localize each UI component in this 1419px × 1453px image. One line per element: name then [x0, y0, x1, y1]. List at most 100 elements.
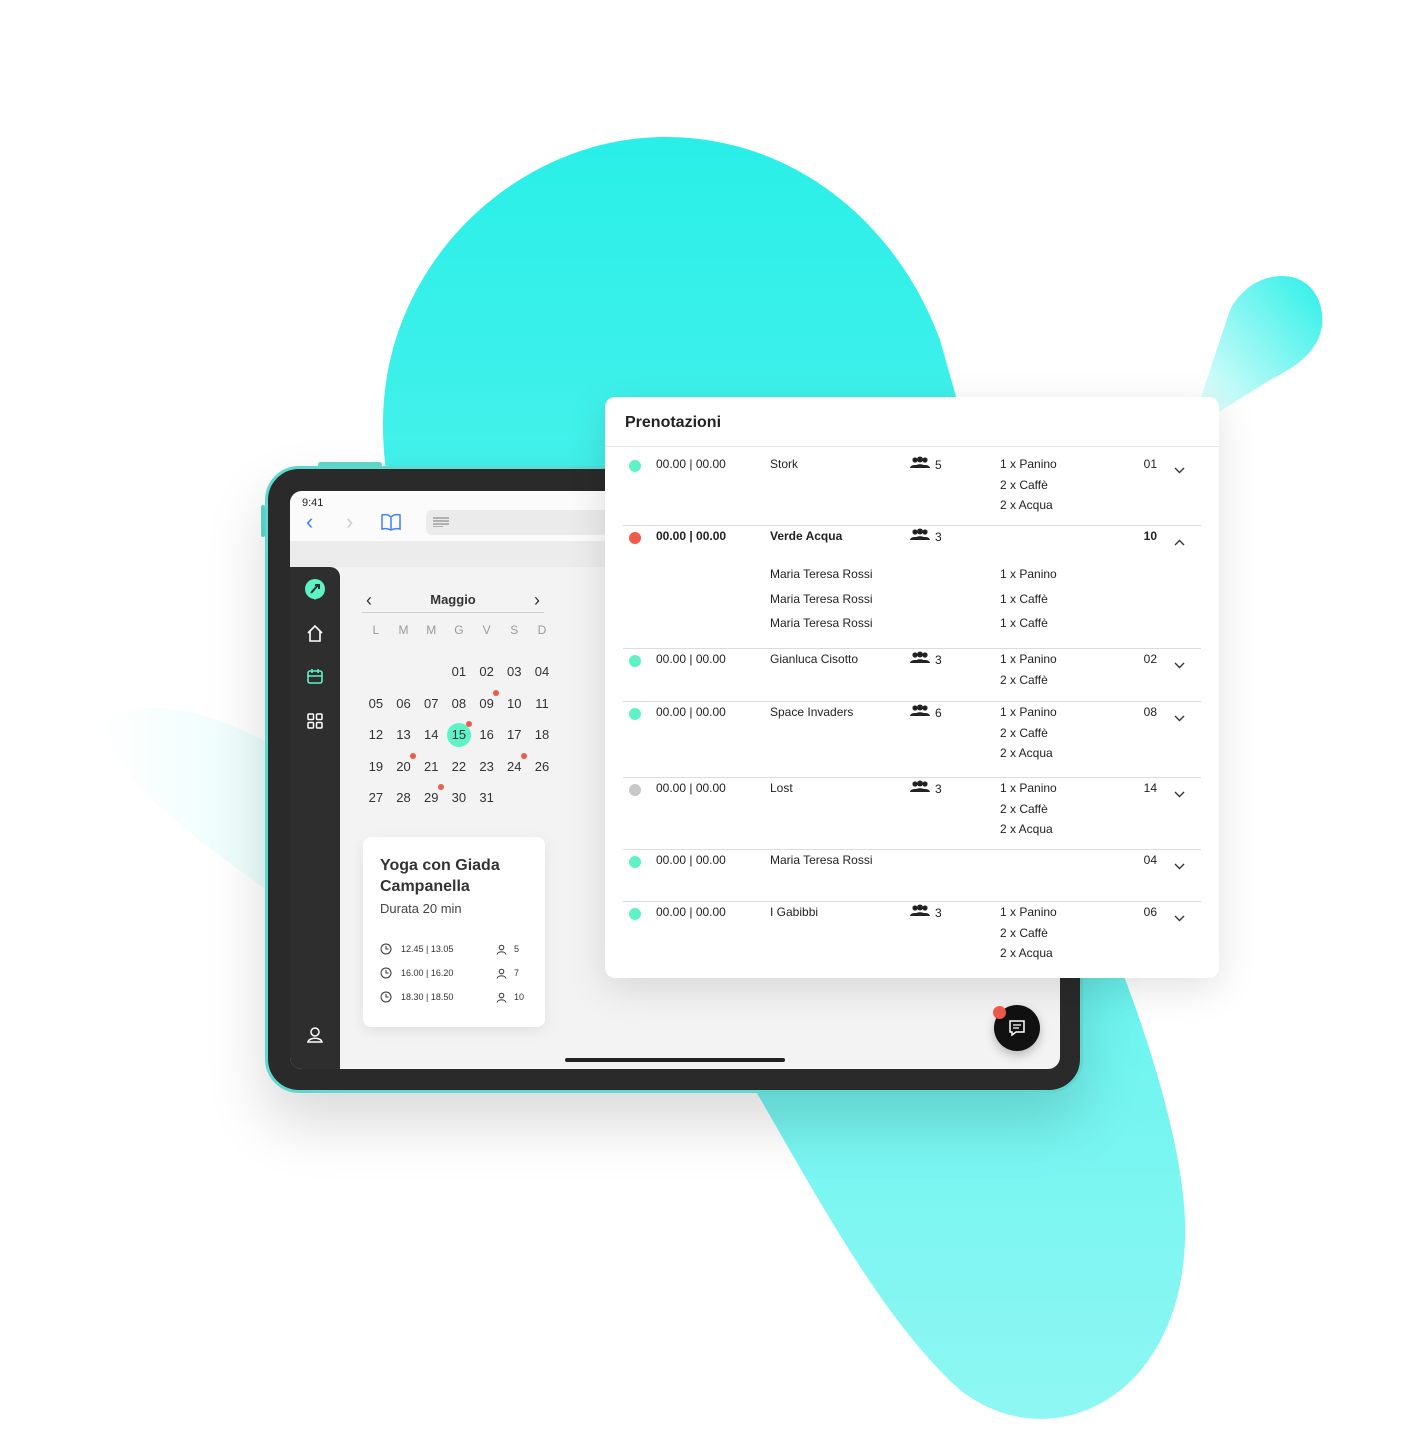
grid-icon[interactable]: [303, 709, 327, 733]
group-icon: [910, 528, 930, 540]
detail-person: Maria Teresa Rossi: [770, 616, 873, 631]
home-icon[interactable]: [303, 622, 327, 646]
day-number: 08: [451, 695, 467, 711]
booking-name: I Gabibbi: [770, 905, 819, 919]
chat-icon: [1009, 1020, 1025, 1037]
calendar-day[interactable]: 15: [445, 721, 473, 758]
calendar-day[interactable]: 27: [362, 789, 390, 821]
calendar-day[interactable]: 23: [473, 758, 501, 790]
day-number: 31: [479, 790, 494, 805]
event-card[interactable]: Yoga con Giada Campanella Durata 20 min …: [363, 837, 545, 1027]
booking-name: Gianluca Cisotto: [770, 652, 859, 666]
day-number: 22: [451, 758, 467, 774]
group-icon: [910, 904, 930, 916]
guest-count: 3: [935, 906, 942, 920]
table-number: 06: [1143, 905, 1157, 919]
calendar-day[interactable]: 18: [528, 726, 556, 758]
calendar-day[interactable]: 12: [362, 726, 390, 758]
day-number: 17: [507, 727, 522, 742]
calendar-day[interactable]: 31: [473, 789, 501, 821]
calendar-day[interactable]: 05: [362, 695, 390, 727]
chevron-down-icon[interactable]: [1174, 708, 1185, 729]
slot-time: 12.45 | 13.05: [401, 944, 454, 954]
calendar-day[interactable]: 04: [528, 663, 556, 695]
group-icon: [910, 780, 930, 792]
day-number: 03: [507, 664, 522, 679]
order-item: 2 x Acqua: [1000, 746, 1053, 760]
book-icon[interactable]: [380, 513, 402, 531]
event-dot: [493, 689, 500, 696]
guest-count: 3: [935, 782, 942, 796]
day-number: 01: [451, 664, 467, 679]
day-number: 29: [423, 790, 439, 805]
calendar-day[interactable]: 09: [473, 689, 501, 727]
day-number: 21: [423, 758, 439, 774]
booking-row[interactable]: 00.00 | 00.00 Maria Teresa Rossi 04: [623, 850, 1201, 902]
user-icon[interactable]: [303, 1023, 327, 1047]
order-item: 2 x Acqua: [1000, 946, 1053, 960]
booking-time: 00.00 | 00.00: [656, 529, 727, 543]
calendar-day[interactable]: 11: [528, 695, 556, 727]
calendar-day[interactable]: 10: [500, 695, 528, 727]
calendar-grid: L M M G V S D 01 02 03 04 05 06 07 08 09 10 11 12 13 14 15 16 1…: [362, 623, 550, 821]
booking-row[interactable]: 00.00 | 00.00 I Gabibbi 3 1 x Panino 2 x Caf…: [623, 902, 1201, 977]
order-item: 1 x Panino: [1000, 905, 1057, 919]
booking-row[interactable]: 00.00 | 00.00 Space Invaders 6 1 x Panino 2 …: [623, 702, 1201, 778]
group-icon: [910, 456, 930, 468]
calendar-day[interactable]: 20: [390, 752, 418, 790]
order-item: 2 x Caffè: [1000, 672, 1048, 687]
event-slot[interactable]: 12.45 | 13.05 5: [380, 937, 528, 961]
status-time: 9:41: [302, 497, 324, 509]
calendar-day[interactable]: 26: [528, 758, 556, 790]
booking-time: 00.00 | 00.00: [656, 853, 726, 867]
booking-row[interactable]: 00.00 | 00.00 Gianluca Cisotto 3 1 x Panino…: [623, 649, 1201, 702]
calendar-day[interactable]: 03: [500, 663, 528, 695]
clock-icon: [380, 943, 392, 955]
leaf-logo-icon[interactable]: [303, 578, 327, 602]
chevron-down-icon[interactable]: [1174, 856, 1185, 877]
chevron-down-icon[interactable]: [1174, 655, 1185, 676]
chevron-right-icon[interactable]: ›: [534, 591, 540, 609]
calendar-day[interactable]: 01: [445, 663, 473, 695]
calendar-day[interactable]: 22: [445, 758, 473, 790]
chevron-down-icon[interactable]: [1174, 784, 1185, 805]
booking-time: 00.00 | 00.00: [656, 652, 726, 666]
chevron-left-icon[interactable]: ‹: [306, 511, 313, 533]
chevron-down-icon[interactable]: [1174, 908, 1185, 929]
day-number: 26: [534, 758, 550, 774]
booking-row[interactable]: 00.00 | 00.00 Stork 5 1 x Panino 2 x Caffè 2 …: [623, 454, 1201, 526]
calendar-day[interactable]: 19: [362, 758, 390, 790]
calendar-day[interactable]: 28: [390, 789, 418, 821]
calendar-icon[interactable]: [303, 665, 327, 689]
event-slot[interactable]: 18.30 | 18.50 10: [380, 985, 528, 1009]
bookings-panel: Prenotazioni 00.00 | 00.00 Stork 5 1 x Pani…: [605, 397, 1219, 978]
event-slot[interactable]: 16.00 | 16.20 7: [380, 961, 528, 985]
status-dot: [629, 856, 641, 868]
booking-row[interactable]: 00.00 | 00.00 Lost 3 1 x Panino 2 x Caffè 2 x…: [623, 778, 1201, 850]
calendar-day[interactable]: 30: [445, 789, 473, 821]
order-item: 2 x Caffè: [1000, 477, 1048, 492]
bookings-title: Prenotazioni: [625, 414, 722, 431]
chevron-up-icon[interactable]: [1174, 532, 1185, 553]
order-item: 2 x Caffè: [1000, 925, 1048, 940]
order-item: 1 x Panino: [1000, 457, 1057, 471]
weekday-label: M: [398, 623, 409, 637]
calendar-day[interactable]: 29: [417, 784, 445, 821]
calendar-day[interactable]: 06: [390, 695, 418, 727]
table-number: 10: [1143, 529, 1157, 543]
calendar-day[interactable]: 14: [417, 726, 445, 758]
calendar-day[interactable]: 07: [417, 695, 445, 727]
event-dot: [438, 784, 445, 790]
detail-order: 1 x Caffè: [1000, 616, 1048, 631]
calendar-month: Maggio: [430, 592, 476, 607]
guest-count: 3: [935, 653, 942, 667]
chevron-down-icon[interactable]: [1174, 460, 1185, 481]
booking-row[interactable]: 00.00 | 00.00 Verde Acqua 3 10 Maria Teresa …: [623, 526, 1201, 649]
status-dot: [629, 655, 641, 667]
calendar-day[interactable]: 24: [500, 752, 528, 790]
chevron-right-icon[interactable]: ›: [346, 511, 353, 533]
event-dot: [465, 721, 472, 727]
calendar-day[interactable]: 16: [473, 726, 501, 758]
day-number: 06: [396, 695, 411, 711]
day-number: 12: [368, 727, 384, 742]
